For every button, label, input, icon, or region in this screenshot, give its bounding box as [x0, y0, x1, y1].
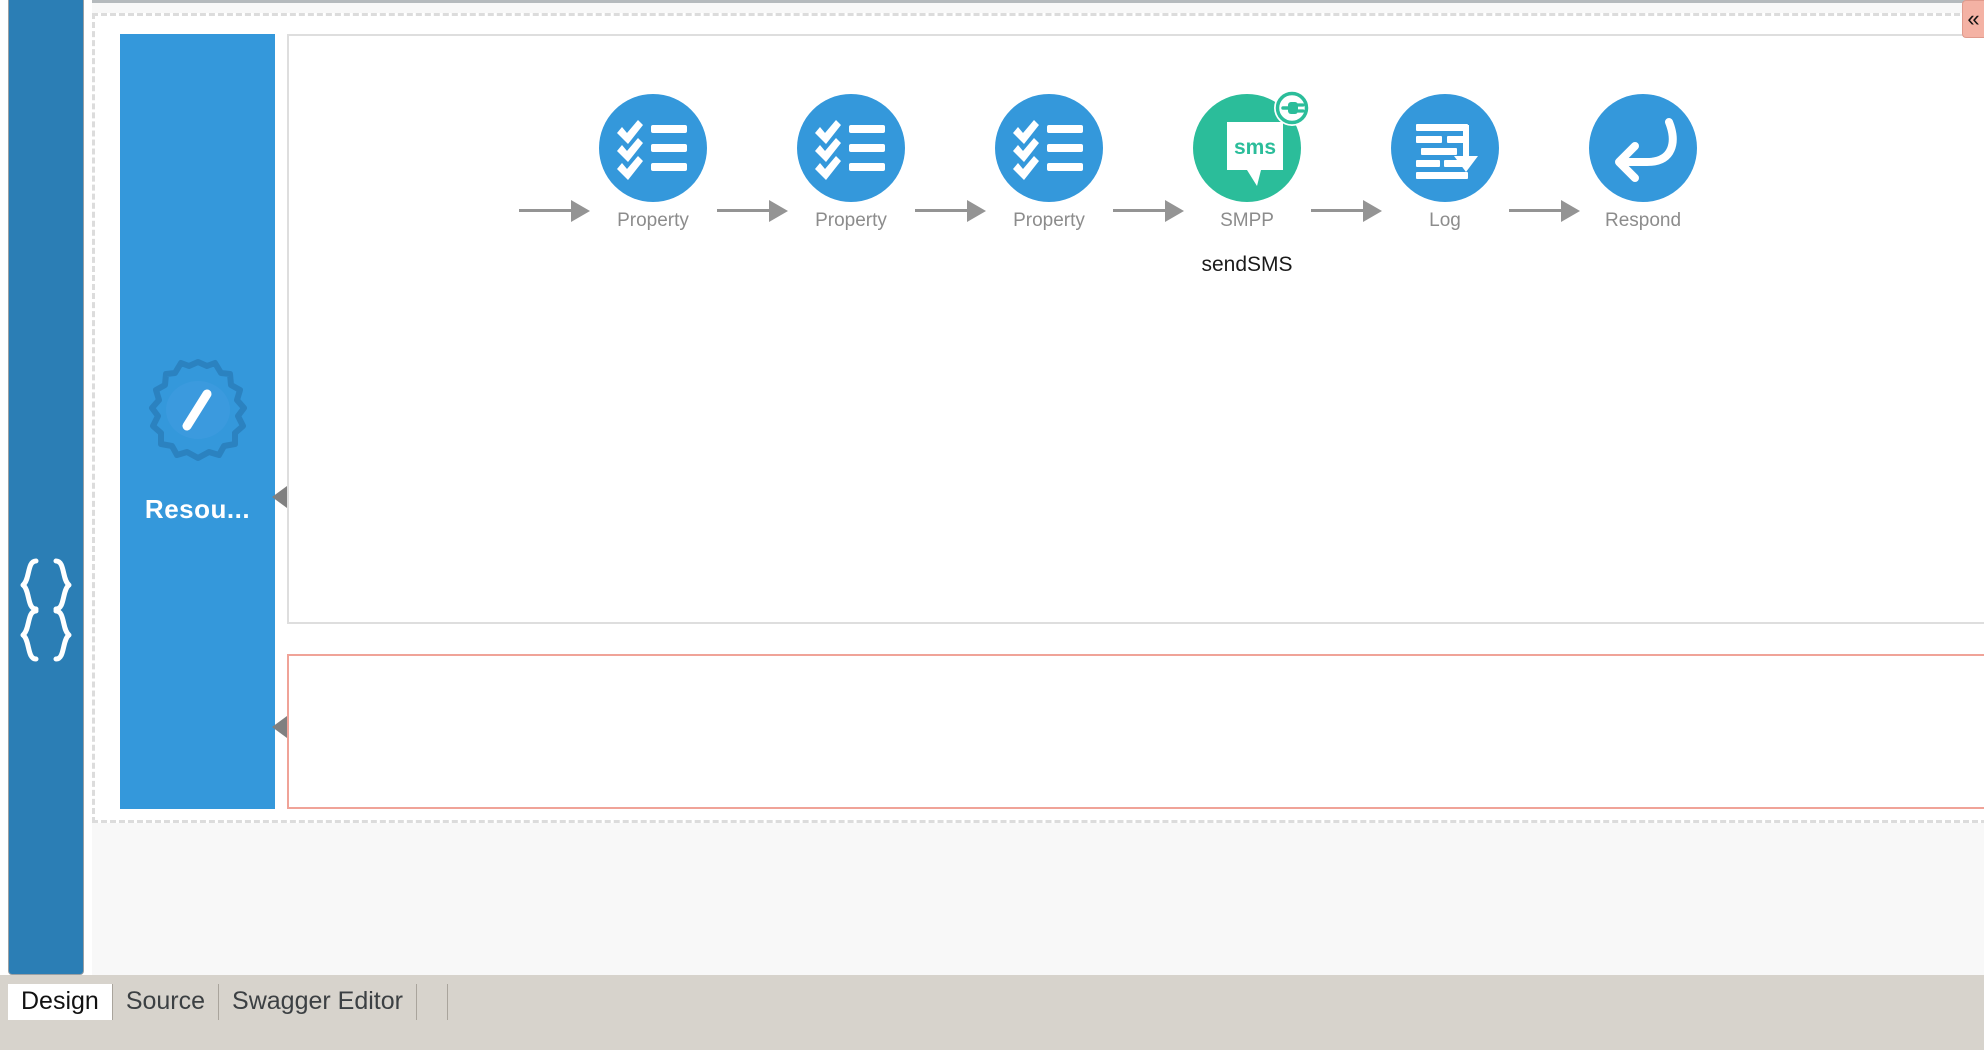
- mediator-label: SMPP: [1220, 210, 1274, 231]
- api-braces-icon: [20, 558, 72, 662]
- mediator-node-property-2[interactable]: Property: [787, 66, 915, 253]
- editor-tabs: Design Source Swagger Editor: [8, 984, 448, 1020]
- api-container[interactable]: Resou... Property Property Property sms …: [92, 13, 1984, 823]
- tab-swagger-editor[interactable]: Swagger Editor: [219, 984, 417, 1020]
- tab-strip-filler: [417, 984, 448, 1020]
- chevron-left-icon: «: [1967, 6, 1980, 31]
- mediator-name: sendSMS: [1201, 253, 1293, 276]
- svg-text:sms: sms: [1234, 136, 1276, 159]
- editor-tab-strip: Design Source Swagger Editor: [0, 975, 1984, 1050]
- smpp-sms-icon: sms: [1193, 90, 1310, 202]
- flow-connector-arrow-icon: [519, 66, 590, 222]
- mediator-node-property-3[interactable]: Property: [985, 66, 1113, 253]
- mediator-node-property-1[interactable]: Property: [589, 66, 717, 253]
- mediator-label: Log: [1429, 210, 1461, 231]
- flow-connector-arrow-icon: [915, 66, 986, 222]
- mediator-flow: Property Property Property sms SMPP send…: [519, 66, 1707, 277]
- flow-connector-arrow-icon: [1113, 66, 1184, 222]
- tab-design[interactable]: Design: [8, 984, 113, 1020]
- tab-source[interactable]: Source: [112, 984, 220, 1020]
- mediator-node-log[interactable]: Log: [1381, 66, 1509, 253]
- api-designer-window: Resou... Property Property Property sms …: [0, 0, 1984, 1050]
- fault-sequence-return-arrow-icon: [272, 716, 287, 738]
- in-sequence-panel[interactable]: Property Property Property sms SMPP send…: [287, 34, 1984, 624]
- property-checklist-icon: [797, 94, 905, 202]
- mediator-label: Respond: [1604, 210, 1682, 231]
- mediator-node-respond[interactable]: Respond: [1579, 66, 1707, 253]
- api-rail[interactable]: [8, 0, 84, 975]
- resource-gear-icon: [139, 354, 257, 472]
- mediator-label: Property: [617, 210, 689, 231]
- flow-connector-arrow-icon: [1509, 66, 1580, 222]
- property-checklist-icon: [599, 94, 707, 202]
- mediator-label: Property: [1013, 210, 1085, 231]
- resource-label: Resou...: [144, 494, 251, 524]
- mediator-node-smpp[interactable]: sms SMPP sendSMS: [1183, 66, 1311, 277]
- design-canvas[interactable]: Resou... Property Property Property sms …: [92, 0, 1984, 975]
- in-sequence-return-arrow-icon: [272, 486, 287, 508]
- mediator-label: Property: [815, 210, 887, 231]
- flow-connector-arrow-icon: [1311, 66, 1382, 222]
- collapse-panel-button[interactable]: «: [1962, 0, 1984, 38]
- log-icon: [1391, 94, 1499, 202]
- fault-sequence-panel[interactable]: [287, 654, 1984, 809]
- respond-reply-arrow-icon: [1589, 94, 1697, 202]
- api-rail-label: [16, 555, 76, 665]
- property-checklist-icon: [995, 94, 1103, 202]
- flow-connector-arrow-icon: [717, 66, 788, 222]
- resource-bar[interactable]: Resou...: [120, 34, 275, 809]
